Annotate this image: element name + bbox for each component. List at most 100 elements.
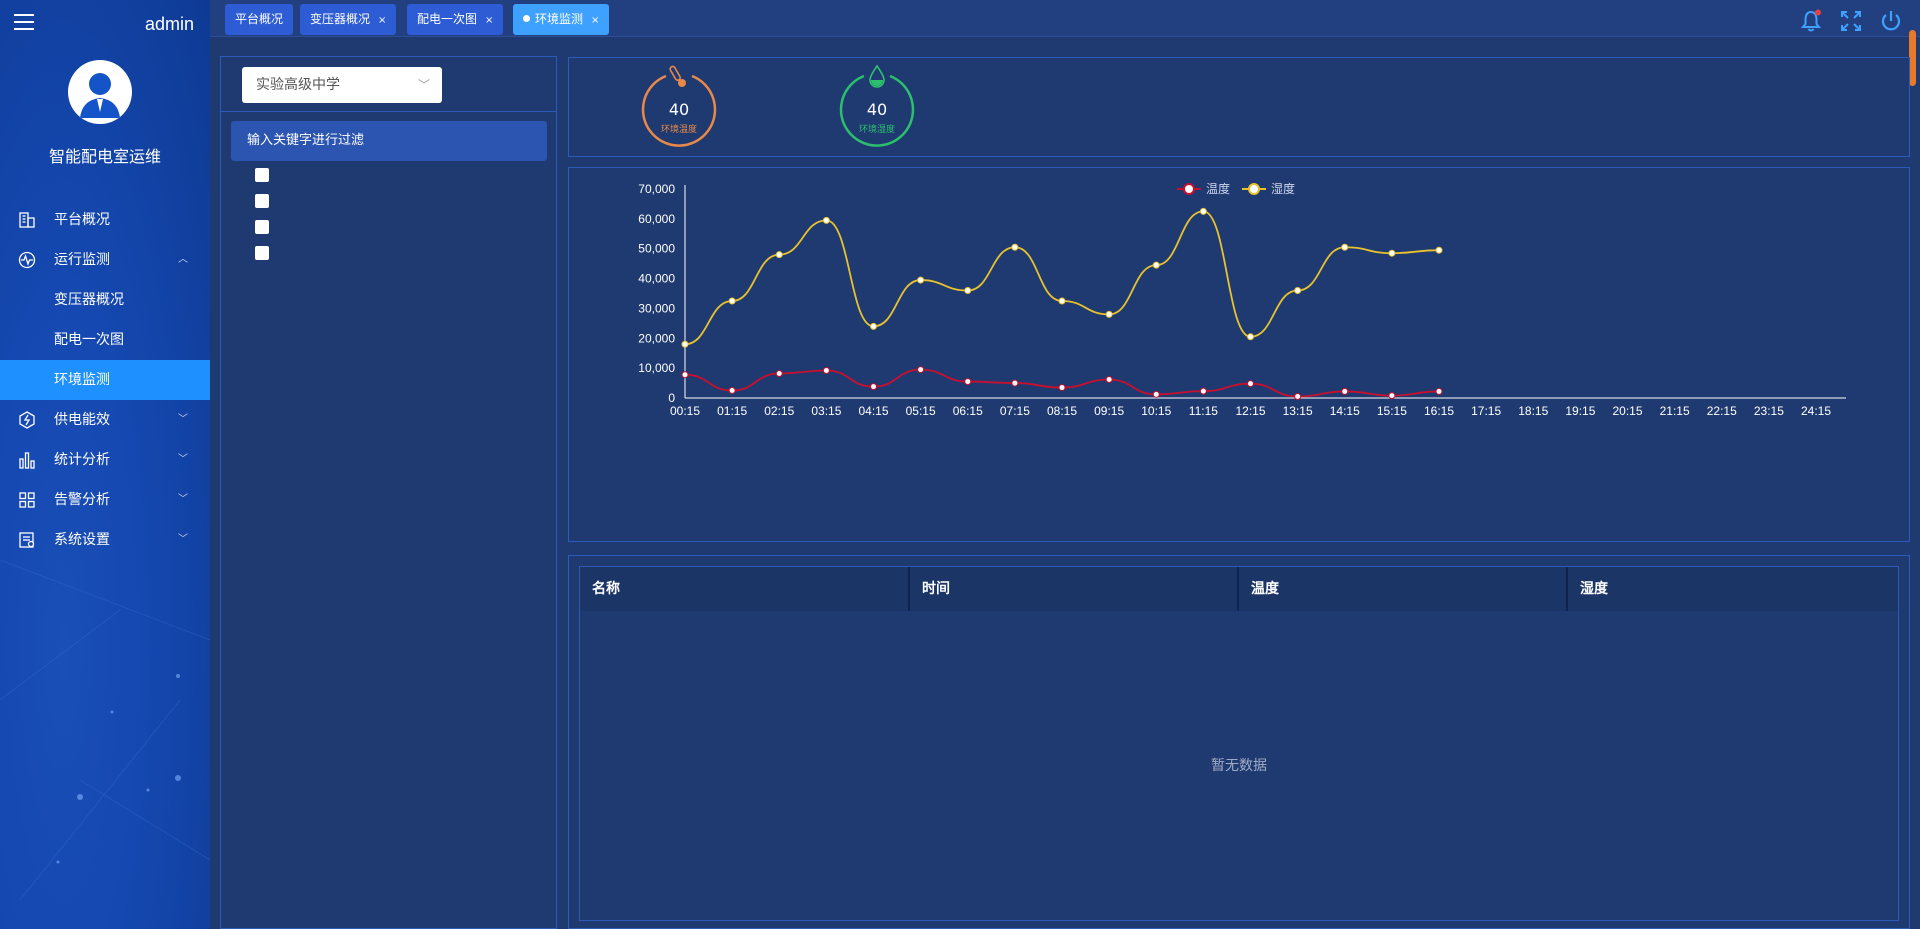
tree-checkbox[interactable] [255, 194, 269, 208]
temperature-label: 环境温度 [660, 125, 697, 135]
sidebar-subitem-transformer-overview[interactable]: 变压器概况 [0, 280, 210, 320]
chevron-down-icon: ﹀ [178, 494, 188, 505]
data-point [775, 251, 783, 259]
sidebar-item-operation-monitoring[interactable]: 运行监测 ︿ [0, 240, 210, 280]
data-point [964, 378, 972, 386]
sidebar-subitem-distribution-diagram[interactable]: 配电一次图 [0, 320, 210, 360]
chevron-down-icon: ﹀ [178, 414, 188, 425]
sidebar-menu: 平台概况 运行监测 ︿ 变压器概况 配电一次图 环境监测 供电能效 ﹀ 统计分析… [0, 200, 210, 560]
filter-placeholder: 输入关键字进行过滤 [247, 133, 365, 148]
data-point [964, 287, 972, 295]
legend-marker [1183, 183, 1195, 195]
column-header-name[interactable]: 名称 [580, 567, 910, 611]
tab-distribution-diagram[interactable]: 配电一次图 × [407, 4, 504, 35]
data-point [728, 387, 736, 395]
sidebar-subitem-environment-monitoring[interactable]: 环境监测 [0, 360, 210, 400]
empty-state-text: 暂无数据 [1211, 758, 1267, 774]
x-tick-label: 20:15 [1612, 404, 1642, 418]
sidebar-item-label: 告警分析 [54, 492, 110, 508]
close-icon[interactable]: × [485, 15, 493, 26]
school-select-value: 实验高级中学 [256, 77, 340, 93]
data-point [1435, 246, 1443, 254]
x-tick-label: 22:15 [1707, 404, 1737, 418]
tree-checkbox[interactable] [255, 168, 269, 182]
column-header-humidity[interactable]: 湿度 [1568, 567, 1898, 611]
energy-icon [19, 411, 35, 429]
temperature-gauge: 40 环境温度 [639, 65, 719, 148]
tab-label: 配电一次图 [417, 12, 478, 26]
data-point [870, 383, 877, 391]
tree-checkbox[interactable] [255, 220, 269, 234]
close-icon[interactable]: × [591, 15, 599, 26]
data-point [1388, 392, 1396, 400]
x-tick-label: 23:15 [1754, 404, 1784, 418]
column-header-time[interactable]: 时间 [910, 567, 1239, 611]
sidebar-item-power-efficiency[interactable]: 供电能效 ﹀ [0, 400, 210, 440]
tab-environment-monitoring[interactable]: 环境监测 × [513, 4, 610, 35]
data-point [870, 322, 877, 330]
sidebar-item-system-settings[interactable]: 系统设置 ﹀ [0, 520, 210, 560]
x-tick-label: 02:15 [764, 404, 794, 418]
data-point [681, 340, 689, 348]
data-point [1435, 387, 1443, 395]
grid-icon [19, 492, 35, 508]
data-point [1388, 249, 1396, 257]
data-point [1341, 243, 1349, 251]
power-icon[interactable] [1879, 9, 1903, 33]
sidebar-item-alarm-analysis[interactable]: 告警分析 ﹀ [0, 480, 210, 520]
legend-label: 湿度 [1271, 181, 1295, 196]
sidebar-item-statistics[interactable]: 统计分析 ﹀ [0, 440, 210, 480]
avatar [68, 60, 132, 124]
tree-checkbox[interactable] [255, 246, 269, 260]
sidebar-item-label: 统计分析 [54, 452, 110, 468]
data-point [1011, 379, 1019, 387]
school-select[interactable]: 实验高级中学 ﹀ [242, 67, 442, 103]
tab-label: 环境监测 [535, 12, 584, 26]
menu-toggle-icon[interactable] [14, 14, 34, 30]
chevron-down-icon: ﹀ [178, 534, 188, 545]
device-tree-panel: 实验高级中学 ﹀ 输入关键字进行过滤 [220, 56, 557, 929]
x-tick-label: 03:15 [811, 404, 841, 418]
x-tick-label: 18:15 [1518, 404, 1548, 418]
y-tick-label: 20,000 [638, 331, 675, 345]
water-drop-icon [869, 64, 885, 88]
bell-icon[interactable] [1799, 9, 1823, 33]
column-header-temperature[interactable]: 温度 [1239, 567, 1568, 611]
records-table-panel: 名称 时间 温度 湿度 暂无数据 [568, 555, 1910, 929]
x-tick-label: 14:15 [1330, 404, 1360, 418]
sidebar: admin 智能配电室运维 平台概况 运行监测 ︿ 变压器概况 配电一次图 环境… [0, 0, 210, 929]
x-tick-label: 10:15 [1141, 404, 1171, 418]
tab-transformer-overview[interactable]: 变压器概况 × [300, 4, 397, 35]
x-tick-label: 24:15 [1801, 404, 1831, 418]
filter-input[interactable]: 输入关键字进行过滤 [231, 121, 547, 161]
tab-bar: 平台概况 变压器概况 × 配电一次图 × 环境监测 × [210, 0, 1920, 37]
sidebar-item-label: 平台概况 [54, 212, 110, 228]
data-point [1105, 375, 1113, 383]
x-tick-label: 13:15 [1283, 404, 1313, 418]
tab-label: 变压器概况 [310, 12, 371, 26]
sidebar-item-platform-overview[interactable]: 平台概况 [0, 200, 210, 240]
tab-platform-overview[interactable]: 平台概况 [225, 4, 294, 35]
x-tick-label: 08:15 [1047, 404, 1077, 418]
fullscreen-icon[interactable] [1839, 9, 1863, 33]
x-tick-label: 01:15 [717, 404, 747, 418]
y-tick-label: 10,000 [638, 361, 675, 375]
data-point [1152, 390, 1160, 398]
chevron-down-icon: ﹀ [178, 454, 188, 465]
data-point [1247, 380, 1254, 388]
active-dot-icon [523, 15, 530, 22]
y-tick-label: 40,000 [638, 272, 675, 286]
close-icon[interactable]: × [378, 15, 386, 26]
humidity-value: 40 [866, 100, 888, 119]
series-line-humidity [684, 210, 1440, 346]
scrollbar-thumb[interactable] [1909, 30, 1916, 86]
x-tick-label: 04:15 [858, 404, 888, 418]
thermometer-icon [669, 65, 686, 87]
building-icon [19, 212, 35, 228]
x-tick-label: 00:15 [670, 404, 700, 418]
data-point [1058, 297, 1066, 305]
y-tick-label: 60,000 [638, 212, 675, 226]
settings-doc-icon [19, 532, 35, 548]
sidebar-item-label: 供电能效 [54, 412, 110, 428]
records-table: 名称 时间 温度 湿度 暂无数据 [579, 566, 1899, 921]
